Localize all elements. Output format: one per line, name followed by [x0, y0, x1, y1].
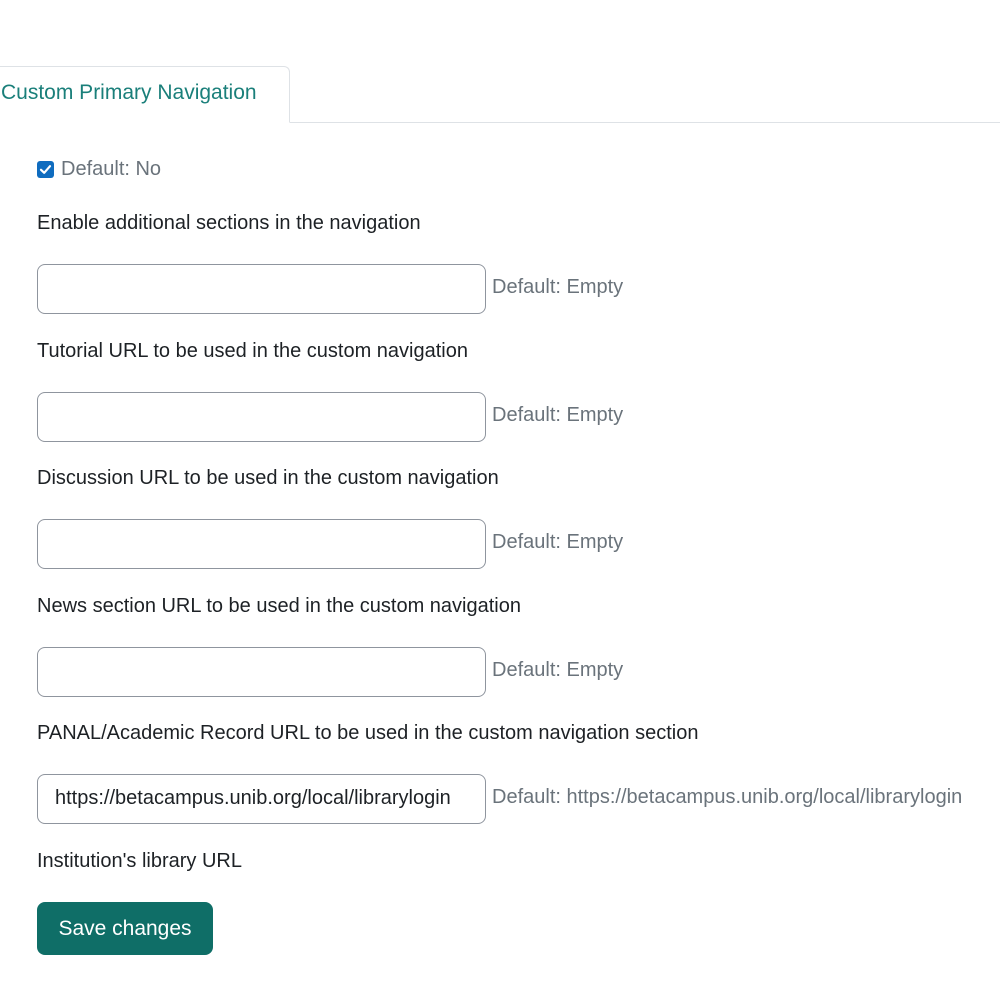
panal-url-default: Default: Empty — [492, 659, 624, 681]
discussion-url-default: Default: Empty — [492, 404, 624, 426]
tab-label: Custom Primary Navigation — [1, 81, 257, 104]
tutorial-url-description: Tutorial URL to be used in the custom na… — [37, 340, 468, 362]
discussion-url-description: Discussion URL to be used in the custom … — [37, 467, 499, 489]
enable-sections-checkbox[interactable] — [37, 160, 54, 178]
news-url-default: Default: Empty — [492, 531, 624, 553]
news-url-description: News section URL to be used in the custo… — [37, 595, 521, 617]
news-url-input[interactable] — [37, 519, 486, 569]
library-url-value: https://betacampus.unib.org/local/librar… — [55, 787, 451, 809]
checkmark-icon — [39, 164, 52, 174]
enable-sections-row: Default: No — [37, 157, 161, 181]
save-changes-button[interactable]: Save changes — [37, 902, 213, 955]
enable-sections-default: Default: No — [61, 157, 162, 180]
tutorial-url-default: Default: Empty — [492, 276, 624, 298]
tab-custom-primary-navigation[interactable]: Custom Primary Navigation — [0, 66, 290, 123]
library-url-description: Institution's library URL — [37, 850, 242, 872]
library-url-default: Default: https://betacampus.unib.org/loc… — [492, 786, 963, 808]
tab-bar: Custom Primary Navigation — [0, 66, 1000, 123]
enable-sections-description: Enable additional sections in the naviga… — [37, 212, 421, 234]
tutorial-url-input[interactable] — [37, 264, 486, 314]
settings-page: Custom Primary Navigation Default: No En… — [0, 0, 1000, 1000]
discussion-url-input[interactable] — [37, 392, 486, 442]
panal-url-input[interactable] — [37, 647, 486, 697]
library-url-input[interactable]: https://betacampus.unib.org/local/librar… — [37, 774, 486, 824]
panal-url-description: PANAL/Academic Record URL to be used in … — [37, 722, 699, 744]
